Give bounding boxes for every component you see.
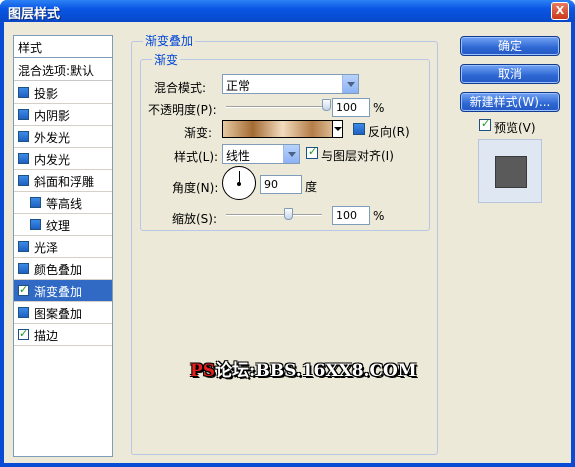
preview-label: 预览(V) xyxy=(494,121,536,135)
gradient-dropdown-button[interactable] xyxy=(332,120,343,138)
style-list-item[interactable]: 斜面和浮雕 xyxy=(14,170,112,192)
angle-label: 角度(N): xyxy=(172,181,219,195)
align-with-layer-label: 与图层对齐(I) xyxy=(321,149,394,163)
style-list-item-label: 内发光 xyxy=(34,153,71,167)
style-enable-checkbox[interactable] xyxy=(18,87,29,98)
style-list-item[interactable]: 光泽 xyxy=(14,236,112,258)
style-enable-checkbox[interactable] xyxy=(18,109,29,120)
reverse-label: 反向(R) xyxy=(368,125,410,139)
style-list-item[interactable]: 内发光 xyxy=(14,148,112,170)
gradient-group-title: 渐变 xyxy=(152,51,181,68)
style-list-item-label: 等高线 xyxy=(46,197,83,211)
style-enable-checkbox[interactable] xyxy=(18,153,29,164)
watermark-ps: PS xyxy=(190,361,216,381)
scale-label: 缩放(S): xyxy=(172,212,218,226)
style-enable-checkbox[interactable] xyxy=(18,241,29,252)
preview-square xyxy=(495,156,527,188)
style-enable-checkbox[interactable] xyxy=(18,263,29,274)
blend-options-item[interactable]: 混合选项:默认 xyxy=(14,59,112,81)
style-list-item-label: 纹理 xyxy=(46,219,71,233)
style-enable-checkbox[interactable] xyxy=(18,283,29,296)
style-list-item[interactable]: 内阴影 xyxy=(14,104,112,126)
style-list-item-label: 内阴影 xyxy=(34,109,71,123)
styles-list-header[interactable]: 样式 xyxy=(14,36,112,58)
angle-dial-center xyxy=(237,182,241,186)
style-list-item[interactable]: 图案叠加 xyxy=(14,302,112,324)
blend-mode-label: 混合模式: xyxy=(154,81,207,95)
style-select[interactable]: 线性 xyxy=(222,144,300,164)
gradient-overlay-title: 渐变叠加 xyxy=(143,32,196,49)
style-list-item-label: 投影 xyxy=(34,87,59,101)
align-with-layer-checkbox[interactable] xyxy=(306,145,318,159)
cancel-button[interactable]: 取消 xyxy=(460,64,560,84)
style-enable-checkbox[interactable] xyxy=(30,197,41,208)
forum-watermark: PS论坛:BBS.16XX8.COM xyxy=(190,356,417,381)
scale-unit: % xyxy=(373,209,385,223)
style-list-item-label: 描边 xyxy=(34,329,59,343)
styles-list: 样式 混合选项:默认 投影内阴影外发光内发光斜面和浮雕等高线纹理光泽颜色叠加渐变… xyxy=(13,35,113,457)
watermark-text: 论坛:BBS.16XX8.COM xyxy=(215,361,417,381)
scale-slider-thumb[interactable] xyxy=(283,208,293,220)
dialog-body: 样式 混合选项:默认 投影内阴影外发光内发光斜面和浮雕等高线纹理光泽颜色叠加渐变… xyxy=(4,22,571,463)
layer-style-dialog: 图层样式 X 样式 混合选项:默认 投影内阴影外发光内发光斜面和浮雕等高线纹理光… xyxy=(0,0,575,467)
style-list-item[interactable]: 外发光 xyxy=(14,126,112,148)
opacity-unit: % xyxy=(373,101,385,115)
opacity-input[interactable]: 100 xyxy=(332,98,370,117)
angle-dial[interactable] xyxy=(222,166,256,200)
angle-input[interactable]: 90 xyxy=(260,175,302,194)
chevron-down-icon xyxy=(342,75,358,93)
dialog-title: 图层样式 xyxy=(8,7,61,22)
style-list-item[interactable]: 投影 xyxy=(14,82,112,104)
title-bar[interactable]: 图层样式 X xyxy=(0,0,575,22)
style-enable-checkbox[interactable] xyxy=(18,327,29,340)
blend-mode-value: 正常 xyxy=(226,79,251,93)
style-list-item-label: 颜色叠加 xyxy=(34,263,83,277)
style-list-item[interactable]: 等高线 xyxy=(14,192,112,214)
style-list-item[interactable]: 描边 xyxy=(14,324,112,346)
style-list-item-label: 外发光 xyxy=(34,131,71,145)
style-enable-checkbox[interactable] xyxy=(30,219,41,230)
opacity-slider-track[interactable] xyxy=(226,106,330,108)
style-list-item-label: 图案叠加 xyxy=(34,307,83,321)
opacity-slider-thumb[interactable] xyxy=(322,99,331,111)
style-enable-checkbox[interactable] xyxy=(18,175,29,186)
style-enable-checkbox[interactable] xyxy=(18,131,29,142)
style-enable-checkbox[interactable] xyxy=(18,307,29,318)
style-list-item[interactable]: 渐变叠加 xyxy=(14,280,112,302)
ok-button[interactable]: 确定 xyxy=(460,36,560,56)
style-list-item[interactable]: 纹理 xyxy=(14,214,112,236)
style-value: 线性 xyxy=(226,149,251,163)
chevron-down-icon xyxy=(283,145,299,163)
gradient-swatch[interactable] xyxy=(222,120,343,138)
style-label: 样式(L): xyxy=(174,150,219,164)
blend-mode-select[interactable]: 正常 xyxy=(222,74,359,94)
style-preview-thumbnail xyxy=(478,139,542,203)
preview-checkbox[interactable] xyxy=(479,117,491,131)
style-list-item[interactable]: 颜色叠加 xyxy=(14,258,112,280)
scale-input[interactable]: 100 xyxy=(332,206,370,225)
scale-slider-track[interactable] xyxy=(226,214,322,216)
style-list-item-label: 光泽 xyxy=(34,241,59,255)
new-style-button[interactable]: 新建样式(W)... xyxy=(460,92,560,112)
style-list-item-label: 斜面和浮雕 xyxy=(34,175,95,189)
angle-unit: 度 xyxy=(305,180,318,194)
style-list-item-label: 渐变叠加 xyxy=(34,285,83,299)
reverse-checkbox[interactable] xyxy=(353,123,365,135)
close-button[interactable]: X xyxy=(551,2,569,20)
gradient-label: 渐变: xyxy=(184,126,213,140)
opacity-label: 不透明度(P): xyxy=(148,103,217,117)
